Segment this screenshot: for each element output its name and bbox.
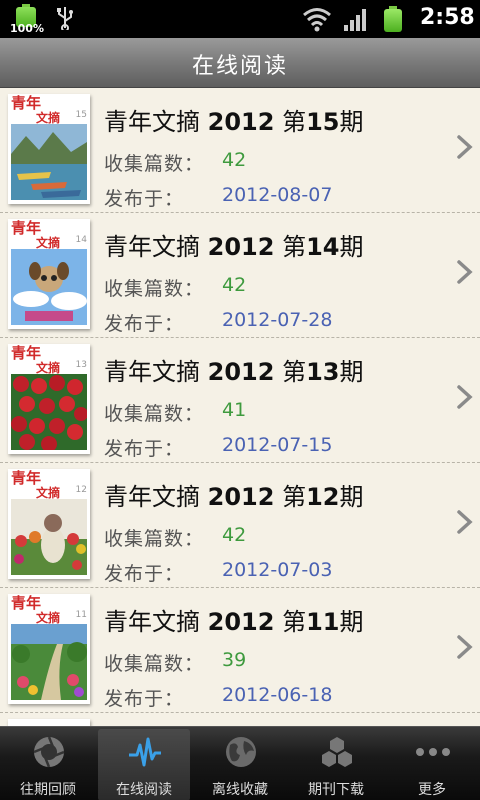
magazine-cover: 青年 文摘 11: [8, 594, 90, 704]
article-count-label: 收集篇数：: [104, 403, 205, 425]
publish-date-label: 发布于：: [104, 688, 185, 710]
title-bar: 在线阅读: [0, 38, 480, 88]
article-count: 41: [222, 399, 247, 421]
globe-icon: [226, 737, 256, 767]
list-item[interactable]: 青年 文摘 11 青年文摘 2012 第11期 收集篇数： 39 发布于： 20…: [0, 588, 480, 713]
list-item[interactable]: 青年 文摘 12 青年文摘 2012 第12期 收集篇数： 42 发布于： 20…: [0, 463, 480, 588]
tab-online-reading[interactable]: 在线阅读: [98, 729, 190, 800]
usb-icon: [56, 6, 74, 35]
tab-label: 往期回顾: [20, 782, 76, 798]
tab-offline-favorites[interactable]: 离线收藏: [194, 729, 286, 800]
publish-date: 2012-07-15: [222, 434, 333, 456]
chevron-right-icon[interactable]: [456, 509, 474, 535]
magazine-cover: 青年 文摘 13: [8, 344, 90, 454]
cover-issue-number: 15: [75, 110, 87, 120]
chevron-right-icon[interactable]: [456, 134, 474, 160]
tab-past-issues[interactable]: 往期回顾: [2, 729, 94, 800]
publish-date-label: 发布于：: [104, 313, 185, 335]
article-count: 39: [222, 649, 247, 671]
cover-art-lake-image: [11, 124, 87, 200]
chevron-right-icon[interactable]: [456, 259, 474, 285]
wifi-icon: [302, 6, 332, 32]
cover-issue-number: 11: [75, 610, 87, 620]
magazine-cover: [8, 719, 90, 726]
magazine-cover: 青年 文摘 14: [8, 219, 90, 329]
tab-label: 期刊下载: [308, 782, 364, 798]
publish-date: 2012-07-28: [222, 309, 333, 331]
tab-issue-download[interactable]: 期刊下载: [290, 729, 382, 800]
publish-date: 2012-08-07: [222, 184, 333, 206]
publish-date: 2012-06-18: [222, 684, 333, 706]
issue-title: 青年文摘 2012 第12期: [104, 483, 364, 511]
issue-title: 青年文摘 2012 第14期: [104, 233, 364, 261]
issue-title: 青年文摘 2012 第13期: [104, 358, 364, 386]
article-count: 42: [222, 149, 247, 171]
cover-art-flowers-image: [11, 499, 87, 575]
tab-label: 更多: [418, 782, 446, 798]
list-item[interactable]: [0, 713, 480, 726]
list-item[interactable]: 青年 文摘 14 青年文摘 2012 第14期 收集篇数： 42 发布于： 20…: [0, 213, 480, 338]
tab-label: 离线收藏: [212, 782, 268, 798]
magazine-list[interactable]: 青年 文摘 15 青年文摘 2012 第15期 收集篇数： 42 发布于： 20…: [0, 88, 480, 726]
page-title: 在线阅读: [191, 54, 288, 79]
pulse-icon: [129, 737, 161, 767]
cover-art-garden-image: [11, 624, 87, 700]
cover-issue-number: 12: [75, 485, 87, 495]
signal-icon: [344, 9, 368, 31]
list-item[interactable]: 青年 文摘 13 青年文摘 2012 第13期 收集篇数： 41 发布于： 20…: [0, 338, 480, 463]
magazine-cover: 青年 文摘 12: [8, 469, 90, 579]
tab-label: 在线阅读: [116, 782, 172, 798]
chevron-right-icon[interactable]: [456, 384, 474, 410]
more-icon: [416, 748, 450, 756]
publish-date-label: 发布于：: [104, 438, 185, 460]
publish-date-label: 发布于：: [104, 563, 185, 585]
list-item[interactable]: 青年 文摘 15 青年文摘 2012 第15期 收集篇数： 42 发布于： 20…: [0, 88, 480, 213]
article-count: 42: [222, 524, 247, 546]
cover-art-dog-image: [11, 249, 87, 325]
status-time: 2:58: [420, 5, 475, 30]
cover-issue-number: 14: [75, 235, 87, 245]
aperture-icon: [33, 736, 65, 768]
battery-icon: [384, 6, 402, 32]
tab-more[interactable]: 更多: [386, 729, 478, 800]
article-count-label: 收集篇数：: [104, 153, 205, 175]
hexagons-icon: [322, 737, 352, 767]
cover-issue-number: 13: [75, 360, 87, 370]
publish-date-label: 发布于：: [104, 188, 185, 210]
publish-date: 2012-07-03: [222, 559, 333, 581]
issue-title: 青年文摘 2012 第15期: [104, 108, 364, 136]
chevron-right-icon[interactable]: [456, 634, 474, 660]
article-count-label: 收集篇数：: [104, 528, 205, 550]
bottom-tab-bar: 往期回顾 在线阅读 离线收藏 期刊下载 更多: [0, 726, 480, 800]
article-count: 42: [222, 274, 247, 296]
battery-percent: 100%: [10, 22, 44, 35]
cover-art-cherries-image: [11, 374, 87, 450]
status-bar: 100% 2:58: [0, 0, 480, 38]
magazine-cover: 青年 文摘 15: [8, 94, 90, 204]
article-count-label: 收集篇数：: [104, 653, 205, 675]
article-count-label: 收集篇数：: [104, 278, 205, 300]
issue-title: 青年文摘 2012 第11期: [104, 608, 364, 636]
